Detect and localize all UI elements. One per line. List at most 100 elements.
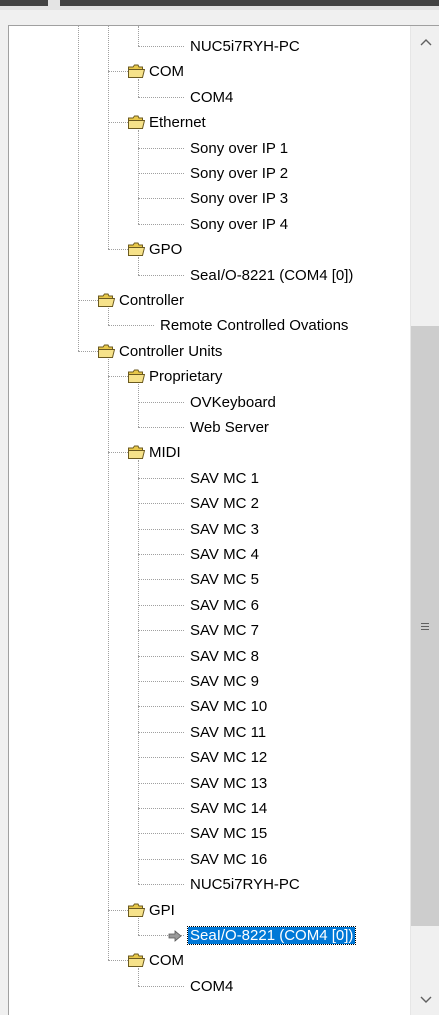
vertical-scrollbar[interactable]	[410, 26, 439, 1015]
tree-node-label: SAV MC 11	[190, 723, 267, 741]
tree-leaf-node[interactable]: SAV MC 11	[9, 720, 409, 745]
tree-connector	[138, 833, 184, 835]
tree-connector	[108, 71, 128, 73]
tree-connector	[138, 173, 184, 174]
tree-leaf-node[interactable]: SeaI/O-8221 (COM4 [0])	[9, 923, 409, 948]
tree-node-label: MIDI	[149, 444, 181, 462]
tree-leaf-node[interactable]: SAV MC 12	[9, 745, 409, 770]
tree-node-label: NUC5i7RYH-PC	[190, 876, 300, 894]
tree-leaf-node[interactable]: SAV MC 6	[9, 593, 409, 618]
tree-leaf-node[interactable]: Sony over IP 3	[9, 186, 409, 211]
tree-connector	[138, 401, 184, 403]
tree-folder-node[interactable]: Proprietary	[9, 364, 409, 389]
tree-node-label: SAV MC 15	[190, 825, 268, 843]
scroll-up-button[interactable]	[411, 30, 439, 54]
tree-folder-node[interactable]: GPI	[9, 898, 409, 923]
tree-leaf-node[interactable]: SAV MC 2	[9, 491, 409, 516]
tree-node-label: SAV MC 6	[190, 596, 259, 614]
tree-connector	[138, 147, 184, 149]
tree-node-label: SAV MC 5	[190, 571, 259, 589]
tree-node-label: Sony over IP 2	[190, 165, 289, 182]
tree-node-label: NUC5i7RYH-PC	[190, 38, 300, 55]
tree-connector	[108, 376, 128, 378]
tree-connector	[138, 604, 184, 606]
folder-icon	[128, 115, 146, 130]
tree-folder-node[interactable]: COM	[9, 59, 409, 84]
tree-connector	[138, 460, 139, 885]
tree-connector	[108, 308, 109, 326]
tree-leaf-node[interactable]: SAV MC 14	[9, 796, 409, 821]
tree-connector	[78, 300, 98, 301]
tree-folder-node[interactable]: COM	[9, 948, 409, 973]
tree-connector	[138, 384, 139, 427]
tree-node-label: COM4	[190, 88, 234, 106]
tree-node-label: OVKeyboard	[190, 393, 276, 411]
tree-node-label: SAV MC 2	[190, 495, 259, 513]
tree-connector	[138, 96, 184, 98]
tree-leaf-node[interactable]: NUC5i7RYH-PC	[9, 872, 409, 897]
tree-connector	[138, 630, 184, 632]
tree-node-label: SAV MC 9	[190, 673, 259, 690]
folder-icon	[128, 369, 146, 384]
folder-icon	[98, 344, 116, 358]
tree-node-label: COM	[149, 63, 184, 81]
tree-connector	[138, 274, 184, 276]
tree-folder-node[interactable]: Controller	[9, 288, 409, 313]
tree-view[interactable]: NUC5i7RYH-PC COM COM4 Ethernet Sony over IP …	[9, 26, 409, 1015]
tree-connector	[108, 26, 109, 250]
tree-node-label: Remote Controlled Ovations	[160, 317, 349, 335]
tree-folder-node[interactable]: Controller Units	[9, 339, 409, 364]
tree-connector	[138, 858, 184, 860]
tree-leaf-node[interactable]: COM4	[9, 974, 409, 999]
tree-connector	[138, 681, 184, 682]
tree-connector	[138, 757, 184, 759]
tree-folder-node[interactable]: Ethernet	[9, 110, 409, 135]
tree-leaf-node[interactable]: SAV MC 3	[9, 517, 409, 542]
tree-connector	[138, 782, 184, 784]
tree-leaf-node[interactable]: SAV MC 15	[9, 821, 409, 846]
tree-leaf-node[interactable]: Remote Controlled Ovations	[9, 313, 409, 338]
tree-node-label: Controller	[119, 292, 185, 309]
tree-folder-node[interactable]: GPO	[9, 237, 409, 262]
scroll-thumb[interactable]	[411, 326, 439, 927]
folder-icon	[128, 64, 146, 79]
tree-connector	[108, 909, 128, 911]
tree-connector	[138, 26, 139, 46]
tree-leaf-node[interactable]: SAV MC 4	[9, 542, 409, 567]
tree-node-label: GPI	[149, 901, 175, 919]
tree-folder-node[interactable]: MIDI	[9, 440, 409, 465]
folder-icon	[128, 445, 146, 460]
tree-leaf-node[interactable]: Web Server	[9, 415, 409, 440]
folder-icon	[128, 953, 146, 968]
tree-node-label: Sony over IP 1	[190, 139, 289, 157]
tree-connector	[138, 968, 139, 986]
tree-leaf-node[interactable]: SAV MC 10	[9, 694, 409, 719]
tree-leaf-node[interactable]: SAV MC 5	[9, 567, 409, 592]
tree-leaf-node[interactable]: OVKeyboard	[9, 390, 409, 415]
tree-connector	[108, 249, 128, 251]
tree-leaf-node[interactable]: Sony over IP 1	[9, 136, 409, 161]
tree-connector	[108, 122, 128, 124]
tree-leaf-node[interactable]: Sony over IP 2	[9, 161, 409, 186]
chevron-down-icon	[420, 996, 431, 1003]
tree-node-label: SAV MC 1	[190, 469, 259, 487]
tree-connector	[78, 26, 79, 351]
tree-node-label: SAV MC 10	[190, 698, 268, 716]
tree-leaf-node[interactable]: SAV MC 1	[9, 466, 409, 491]
tree-node-label: SAV MC 8	[190, 647, 259, 665]
tree-leaf-node[interactable]: COM4	[9, 85, 409, 110]
tree-connector	[138, 655, 184, 657]
tree-connector	[138, 503, 184, 505]
tree-connector	[138, 477, 184, 479]
tree-leaf-node[interactable]: SeaI/O-8221 (COM4 [0])	[9, 263, 409, 288]
tree-leaf-node[interactable]: SAV MC 7	[9, 618, 409, 643]
tree-leaf-node[interactable]: SAV MC 9	[9, 669, 409, 694]
tree-leaf-node[interactable]: SAV MC 16	[9, 847, 409, 872]
scroll-down-button[interactable]	[411, 988, 439, 1012]
tree-leaf-node[interactable]: SAV MC 8	[9, 644, 409, 669]
tree-leaf-node[interactable]: NUC5i7RYH-PC	[9, 34, 409, 59]
folder-icon	[128, 242, 146, 257]
tree-leaf-node[interactable]: Sony over IP 4	[9, 212, 409, 237]
tree-leaf-node[interactable]: SAV MC 13	[9, 771, 409, 796]
tree-connector	[138, 579, 184, 581]
